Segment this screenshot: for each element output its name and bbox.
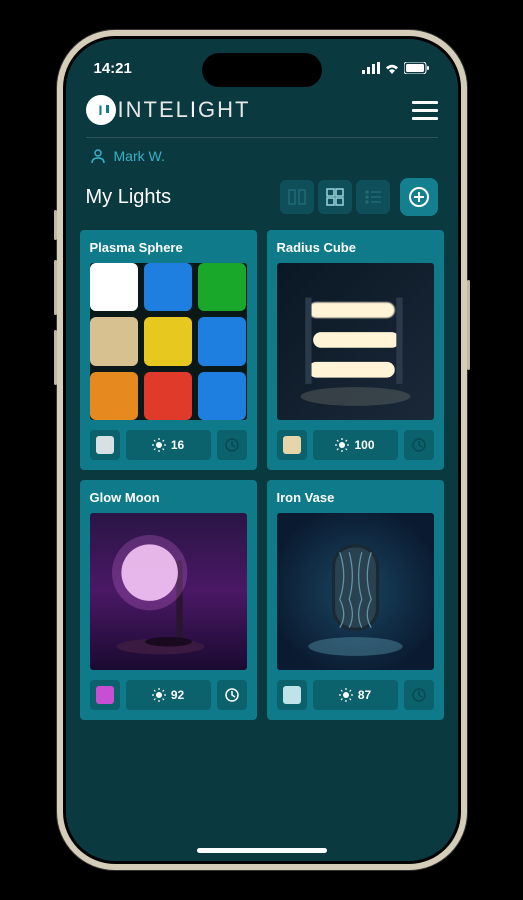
light-illustration [277, 263, 434, 420]
home-indicator[interactable] [197, 848, 327, 853]
lights-grid: Plasma Sphere 16 [66, 230, 458, 720]
brightness-button[interactable]: 100 [313, 430, 398, 460]
volume-up-button [54, 260, 57, 315]
light-illustration [277, 513, 434, 670]
color-button[interactable] [90, 430, 120, 460]
color-button[interactable] [90, 680, 120, 710]
color-swatch[interactable] [144, 317, 192, 365]
light-name: Glow Moon [90, 490, 247, 505]
brightness-value: 16 [171, 438, 184, 452]
light-card[interactable]: Plasma Sphere 16 [80, 230, 257, 470]
color-button[interactable] [277, 680, 307, 710]
timer-button[interactable] [217, 430, 247, 460]
timer-button[interactable] [404, 430, 434, 460]
grid-icon [326, 188, 344, 206]
light-preview [90, 263, 247, 420]
brightness-icon [152, 438, 166, 452]
cellular-icon [362, 62, 380, 74]
clock-icon [411, 687, 427, 703]
light-preview [277, 513, 434, 670]
view-controls [280, 178, 438, 216]
user-icon [90, 148, 106, 164]
power-button [467, 280, 470, 370]
timer-button[interactable] [217, 680, 247, 710]
user-row[interactable]: Mark W. [66, 138, 458, 174]
wifi-icon [384, 62, 400, 74]
color-swatch[interactable] [198, 317, 246, 365]
light-illustration [90, 513, 247, 670]
timer-button[interactable] [404, 680, 434, 710]
brightness-value: 87 [358, 688, 371, 702]
light-name: Iron Vase [277, 490, 434, 505]
light-name: Radius Cube [277, 240, 434, 255]
view-grid-button[interactable] [318, 180, 352, 214]
view-list-button[interactable] [356, 180, 390, 214]
battery-icon [404, 62, 430, 74]
page-title: My Lights [86, 186, 172, 209]
columns-icon [288, 188, 306, 206]
status-time: 14:21 [94, 60, 132, 77]
notch [202, 53, 322, 87]
brightness-icon [335, 438, 349, 452]
list-icon [364, 188, 382, 206]
app-header: I INTELIGHT [66, 87, 458, 137]
section-header: My Lights [66, 174, 458, 230]
side-button [54, 210, 57, 240]
brightness-button[interactable]: 16 [126, 430, 211, 460]
brightness-button[interactable]: 87 [313, 680, 398, 710]
light-card[interactable]: Glow Moon 9 [80, 480, 257, 720]
color-swatch[interactable] [90, 317, 138, 365]
phone-frame: 14:21 I INTELIGHT Mark W. [57, 30, 467, 870]
view-columns-button[interactable] [280, 180, 314, 214]
menu-button[interactable] [412, 101, 438, 120]
color-swatch[interactable] [90, 263, 138, 311]
color-swatch[interactable] [198, 263, 246, 311]
light-card[interactable]: Iron Vase [267, 480, 444, 720]
light-card[interactable]: Radius Cube [267, 230, 444, 470]
color-swatch[interactable] [90, 372, 138, 420]
brightness-icon [339, 688, 353, 702]
clock-icon [224, 687, 240, 703]
color-swatch[interactable] [198, 372, 246, 420]
light-preview [277, 263, 434, 420]
brightness-value: 92 [171, 688, 184, 702]
color-swatch[interactable] [144, 263, 192, 311]
color-swatch[interactable] [144, 372, 192, 420]
brightness-button[interactable]: 92 [126, 680, 211, 710]
clock-icon [411, 437, 427, 453]
add-light-button[interactable] [400, 178, 438, 216]
app-screen: 14:21 I INTELIGHT Mark W. [66, 39, 458, 861]
plus-circle-icon [408, 186, 430, 208]
light-name: Plasma Sphere [90, 240, 247, 255]
user-name: Mark W. [114, 148, 165, 164]
brand-name: INTELIGHT [118, 97, 251, 123]
brand-logo[interactable]: I INTELIGHT [86, 95, 251, 125]
brightness-icon [152, 688, 166, 702]
clock-icon [224, 437, 240, 453]
color-button[interactable] [277, 430, 307, 460]
brightness-value: 100 [354, 438, 374, 452]
volume-down-button [54, 330, 57, 385]
logo-mark-icon: I [86, 95, 116, 125]
light-preview [90, 513, 247, 670]
